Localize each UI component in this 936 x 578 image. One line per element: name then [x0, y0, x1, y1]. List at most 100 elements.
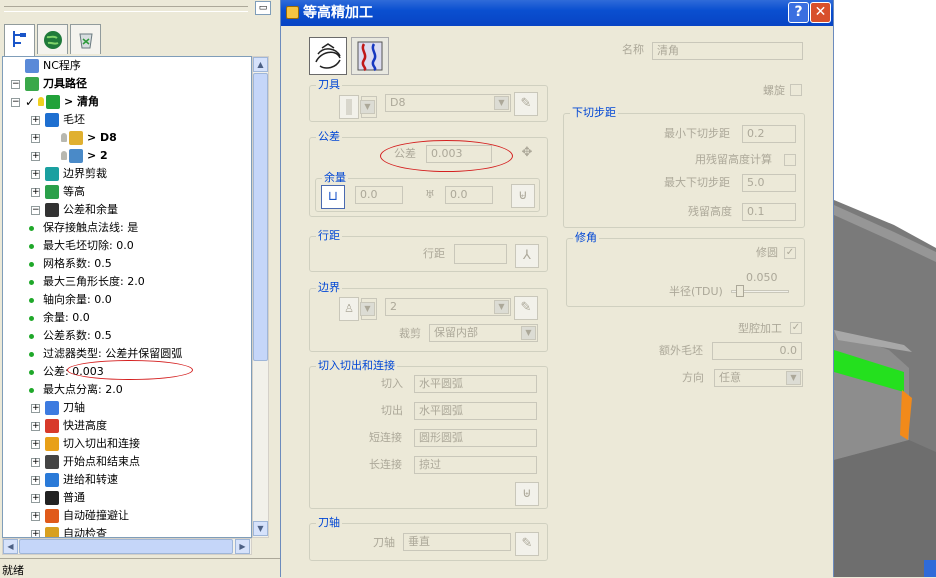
edit-tool-button[interactable]: ✎ — [514, 92, 538, 116]
hscroll-thumb[interactable] — [19, 539, 233, 554]
radius-slider-thumb[interactable] — [736, 285, 744, 297]
tree-item[interactable]: + 刀轴 — [3, 399, 251, 417]
tree-item[interactable]: + 边界剪裁 — [3, 165, 251, 183]
tree-item[interactable]: 公差系数: 0.5 — [3, 327, 251, 345]
expand-icon[interactable]: + — [31, 440, 40, 449]
pocket-checkbox[interactable]: ✓ — [790, 322, 802, 334]
tree-item[interactable]: 最大三角形长度: 2.0 — [3, 273, 251, 291]
boundary-select[interactable]: 2 ▼ — [385, 298, 511, 316]
stepover-button[interactable]: ⅄ — [515, 244, 539, 268]
scroll-left-button[interactable]: ◀ — [3, 539, 18, 554]
expand-icon[interactable]: + — [31, 458, 40, 467]
expand-icon[interactable]: + — [31, 530, 40, 537]
expand-icon[interactable]: + — [31, 116, 40, 125]
scroll-thumb[interactable] — [253, 73, 268, 361]
lead-in-field[interactable]: 水平圆弧 — [414, 375, 537, 393]
expand-icon[interactable]: + — [31, 152, 40, 161]
expand-icon[interactable]: + — [31, 170, 40, 179]
bulb-icon[interactable] — [38, 97, 44, 106]
component-allowance-button[interactable]: ⊌ — [511, 184, 535, 208]
tree-item[interactable]: + 毛坯 — [3, 111, 251, 129]
expand-icon[interactable]: + — [31, 512, 40, 521]
cusp-height-field[interactable]: 0.1 — [742, 203, 796, 221]
scroll-down-button[interactable]: ▼ — [253, 521, 268, 536]
tolerance-lock-icon[interactable]: ✥ — [515, 142, 539, 166]
bullet-icon — [29, 244, 34, 249]
collapse-icon[interactable]: − — [31, 206, 40, 215]
boundary-type-dropdown[interactable]: ▼ — [360, 298, 377, 320]
tree-item[interactable]: + 自动碰撞避让 — [3, 507, 251, 525]
direction-select[interactable]: 任意 ▼ — [714, 369, 803, 387]
min-stepdown-field[interactable]: 0.2 — [742, 125, 796, 143]
tool-select[interactable]: D8 ▼ — [385, 94, 511, 112]
tool-type-dropdown[interactable]: ▼ — [360, 96, 377, 118]
lead-out-field[interactable]: 水平圆弧 — [414, 402, 537, 420]
tool-axis-button[interactable]: ✎ — [515, 532, 539, 556]
stepover-field[interactable] — [454, 244, 507, 264]
tree-item[interactable]: NC程序 — [3, 57, 251, 75]
tree-item[interactable]: − ✓ > 清角 — [3, 93, 251, 111]
tree-item[interactable]: 最大毛坯切除: 0.0 — [3, 237, 251, 255]
tab-explorer[interactable] — [4, 24, 35, 56]
help-button[interactable]: ? — [788, 2, 809, 23]
round-corner-checkbox[interactable]: ✓ — [784, 247, 796, 259]
expand-icon[interactable]: + — [31, 494, 40, 503]
expand-icon[interactable]: + — [31, 188, 40, 197]
edit-boundary-button[interactable]: ✎ — [514, 296, 538, 320]
scroll-up-button[interactable]: ▲ — [253, 57, 268, 72]
allowance-mode-button[interactable]: ⊔ — [321, 185, 345, 209]
tree-item[interactable]: + 等高 — [3, 183, 251, 201]
long-link-field[interactable]: 掠过 — [414, 456, 537, 474]
tree-item[interactable]: + 进给和转速 — [3, 471, 251, 489]
short-link-field[interactable]: 圆形圆弧 — [414, 429, 537, 447]
bulb-icon[interactable] — [61, 151, 67, 160]
leads-links-button[interactable]: ⊎ — [515, 482, 539, 506]
max-stepdown-field[interactable]: 5.0 — [742, 174, 796, 192]
name-field[interactable]: 清角 — [652, 42, 803, 60]
tree-item[interactable]: 余量: 0.0 — [3, 309, 251, 327]
tree-item[interactable]: 最大点分离: 2.0 — [3, 381, 251, 399]
tree-item[interactable]: + 自动检查 — [3, 525, 251, 537]
strategy-button[interactable] — [309, 37, 347, 75]
axial-allowance-field[interactable]: 0.0 — [445, 186, 493, 204]
restore-button[interactable]: ▭ — [255, 1, 271, 15]
tree-item[interactable]: + > 2 — [3, 147, 251, 165]
spiral-checkbox[interactable] — [790, 84, 802, 96]
extra-stock-field[interactable]: 0.0 — [712, 342, 802, 360]
tree-item[interactable]: − 公差和余量 — [3, 201, 251, 219]
tree-item[interactable]: + 开始点和结束点 — [3, 453, 251, 471]
tab-web[interactable] — [37, 24, 68, 54]
3d-viewport[interactable] — [834, 0, 936, 577]
radial-allowance-field[interactable]: 0.0 — [355, 186, 403, 204]
cusp-calc-checkbox[interactable] — [784, 154, 796, 166]
bulb-icon[interactable] — [61, 133, 67, 142]
scroll-right-button[interactable]: ▶ — [235, 539, 250, 554]
tree-item[interactable]: 轴向余量: 0.0 — [3, 291, 251, 309]
tool-axis-field[interactable]: 垂直 — [403, 533, 511, 551]
close-button[interactable]: ✕ — [810, 2, 831, 23]
tab-recycle[interactable] — [70, 24, 101, 54]
preview-button[interactable] — [351, 37, 389, 75]
dialog-title: 等高精加工 — [303, 5, 373, 21]
expand-icon[interactable]: + — [31, 476, 40, 485]
expand-icon[interactable]: + — [31, 134, 40, 143]
tree-item[interactable]: + 普通 — [3, 489, 251, 507]
bullet-icon — [29, 334, 34, 339]
tree-item[interactable]: + 切入切出和连接 — [3, 435, 251, 453]
tree-item[interactable]: + 快进高度 — [3, 417, 251, 435]
tree-item[interactable]: 保存接触点法线: 是 — [3, 219, 251, 237]
check-icon[interactable]: ✓ — [25, 93, 35, 111]
tool-axis-label: 刀轴 — [373, 536, 395, 549]
expand-icon[interactable]: + — [31, 422, 40, 431]
tree-item[interactable]: 网格系数: 0.5 — [3, 255, 251, 273]
allowance-group-label: 余量 — [322, 171, 348, 184]
tree-item[interactable]: + > D8 — [3, 129, 251, 147]
tree-item[interactable]: − 刀具路径 — [3, 75, 251, 93]
collapse-icon[interactable]: − — [11, 98, 20, 107]
tree-horizontal-scrollbar[interactable]: ◀ ▶ — [2, 538, 252, 555]
tree-vertical-scrollbar[interactable]: ▲ ▼ — [252, 56, 269, 538]
trim-select[interactable]: 保留内部 ▼ — [429, 324, 538, 342]
collapse-icon[interactable]: − — [11, 80, 20, 89]
dialog-title-bar[interactable]: 等高精加工 ? ✕ — [281, 0, 833, 26]
expand-icon[interactable]: + — [31, 404, 40, 413]
